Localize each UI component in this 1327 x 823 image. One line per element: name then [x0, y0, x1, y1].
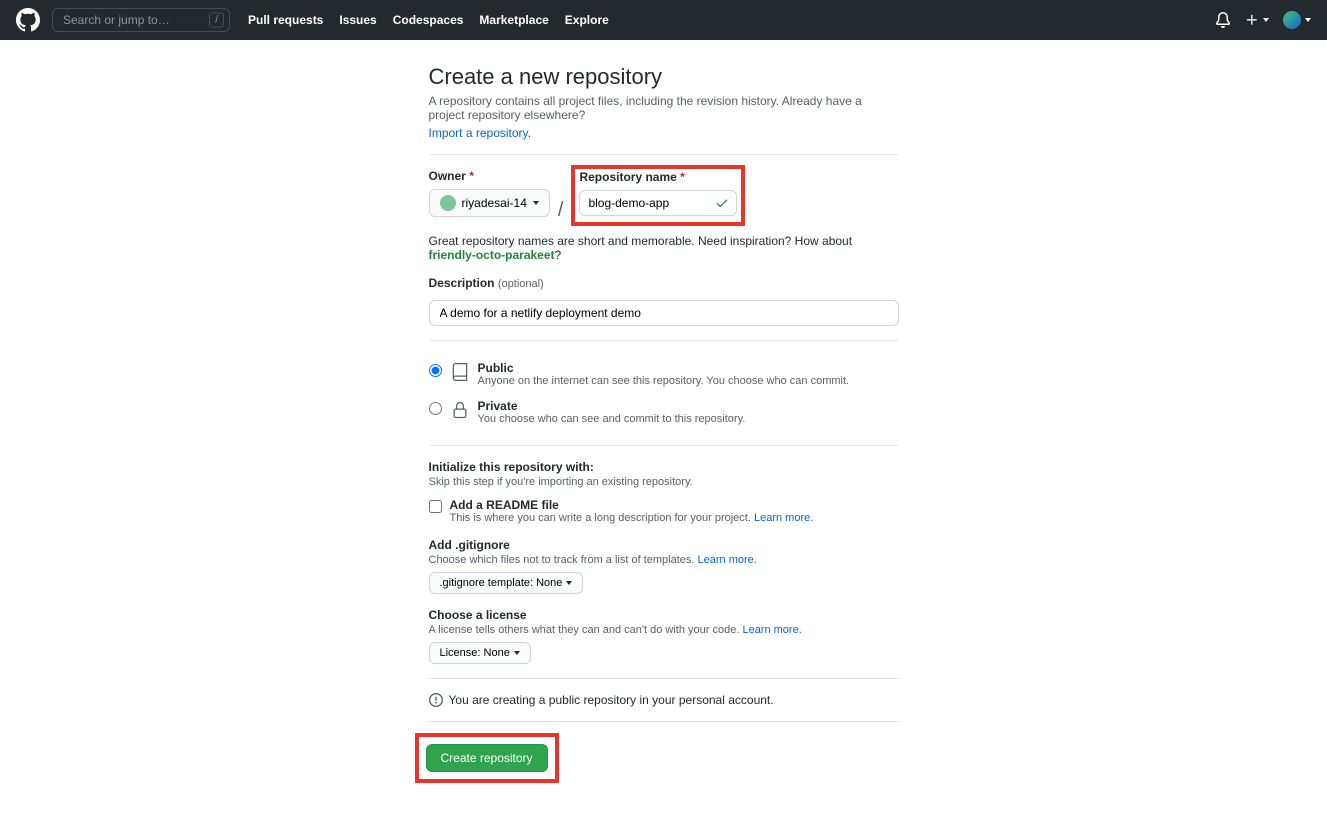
create-repository-button[interactable]: Create repository: [426, 744, 548, 772]
owner-avatar-icon: [440, 195, 456, 211]
repo-name-highlight-box: Repository name *: [571, 165, 745, 226]
chevron-down-icon: [566, 581, 572, 585]
gitignore-desc: Choose which files not to track from a l…: [429, 554, 899, 566]
readme-desc: This is where you can write a long descr…: [450, 512, 814, 524]
readme-row: Add a README file This is where you can …: [429, 498, 899, 524]
info-text: You are creating a public repository in …: [449, 693, 774, 707]
check-icon: [715, 196, 729, 210]
nav-codespaces[interactable]: Codespaces: [393, 13, 464, 27]
repo-name-input[interactable]: [579, 190, 737, 216]
lock-icon: [450, 400, 470, 420]
owner-repo-row: Owner * riyadesai-14 / Repository name *: [429, 169, 899, 226]
nav-links: Pull requests Issues Codespaces Marketpl…: [248, 13, 609, 27]
import-repository-link[interactable]: Import a repository: [429, 126, 528, 140]
visibility-group: Public Anyone on the internet can see th…: [429, 355, 899, 431]
user-menu[interactable]: [1283, 11, 1311, 29]
license-title: Choose a license: [429, 608, 899, 622]
private-radio[interactable]: [429, 402, 442, 415]
subtitle-text: A repository contains all project files,…: [429, 94, 862, 122]
visibility-private-option[interactable]: Private You choose who can see and commi…: [429, 393, 899, 431]
license-desc: A license tells others what they can and…: [429, 624, 899, 636]
search-slash-hint: /: [209, 13, 224, 28]
create-highlight-box: Create repository: [415, 733, 559, 783]
public-title: Public: [478, 361, 850, 375]
name-suggestion-link[interactable]: friendly-octo-parakeet: [429, 248, 555, 262]
description-input[interactable]: [429, 300, 899, 326]
chevron-down-icon: [1263, 18, 1269, 22]
description-label: Description (optional): [429, 276, 899, 290]
search-input[interactable]: [52, 8, 230, 32]
global-header: / Pull requests Issues Codespaces Market…: [0, 0, 1327, 40]
header-right: [1215, 11, 1311, 29]
nav-pull-requests[interactable]: Pull requests: [248, 13, 323, 27]
separator: [429, 678, 899, 679]
separator: [429, 721, 899, 722]
avatar: [1283, 11, 1301, 29]
private-desc: You choose who can see and commit to thi…: [478, 413, 746, 425]
info-row: You are creating a public repository in …: [429, 693, 899, 707]
nav-issues[interactable]: Issues: [339, 13, 376, 27]
name-hint: Great repository names are short and mem…: [429, 234, 899, 262]
page-subtitle: A repository contains all project files,…: [429, 94, 899, 122]
visibility-public-option[interactable]: Public Anyone on the internet can see th…: [429, 355, 899, 393]
separator: [429, 154, 899, 155]
owner-column: Owner * riyadesai-14: [429, 169, 550, 217]
owner-dropdown[interactable]: riyadesai-14: [429, 189, 550, 217]
readme-checkbox[interactable]: [429, 500, 442, 513]
separator: [429, 445, 899, 446]
nav-marketplace[interactable]: Marketplace: [479, 13, 548, 27]
chevron-down-icon: [1305, 18, 1311, 22]
gitignore-title: Add .gitignore: [429, 538, 899, 552]
repo-name-column: Repository name *: [579, 170, 737, 216]
init-desc: Skip this step if you're importing an ex…: [429, 476, 899, 488]
readme-learn-more[interactable]: Learn more.: [754, 512, 813, 524]
nav-explore[interactable]: Explore: [565, 13, 609, 27]
add-dropdown[interactable]: [1245, 13, 1269, 27]
license-learn-more[interactable]: Learn more.: [742, 624, 801, 636]
github-logo-icon[interactable]: [16, 8, 40, 32]
repo-name-label: Repository name *: [579, 170, 737, 184]
separator: [429, 340, 899, 341]
main-content: Create a new repository A repository con…: [429, 40, 899, 823]
notifications-icon[interactable]: [1215, 12, 1231, 28]
path-slash: /: [558, 199, 564, 226]
readme-title: Add a README file: [450, 498, 814, 512]
info-icon: [429, 693, 443, 707]
public-radio[interactable]: [429, 364, 442, 377]
gitignore-dropdown[interactable]: .gitignore template: None: [429, 572, 584, 594]
owner-label: Owner *: [429, 169, 550, 183]
public-desc: Anyone on the internet can see this repo…: [478, 375, 850, 387]
license-button-label: License: None: [440, 647, 510, 659]
gitignore-learn-more[interactable]: Learn more.: [698, 554, 757, 566]
repo-icon: [450, 362, 470, 382]
owner-value: riyadesai-14: [462, 196, 527, 210]
page-title: Create a new repository: [429, 64, 899, 90]
search-wrapper: /: [52, 8, 230, 32]
chevron-down-icon: [533, 201, 539, 205]
init-title: Initialize this repository with:: [429, 460, 899, 474]
chevron-down-icon: [514, 651, 520, 655]
license-dropdown[interactable]: License: None: [429, 642, 531, 664]
license-section: Choose a license A license tells others …: [429, 608, 899, 664]
gitignore-button-label: .gitignore template: None: [440, 577, 563, 589]
private-title: Private: [478, 399, 746, 413]
gitignore-section: Add .gitignore Choose which files not to…: [429, 538, 899, 594]
hint-text: Great repository names are short and mem…: [429, 234, 853, 248]
